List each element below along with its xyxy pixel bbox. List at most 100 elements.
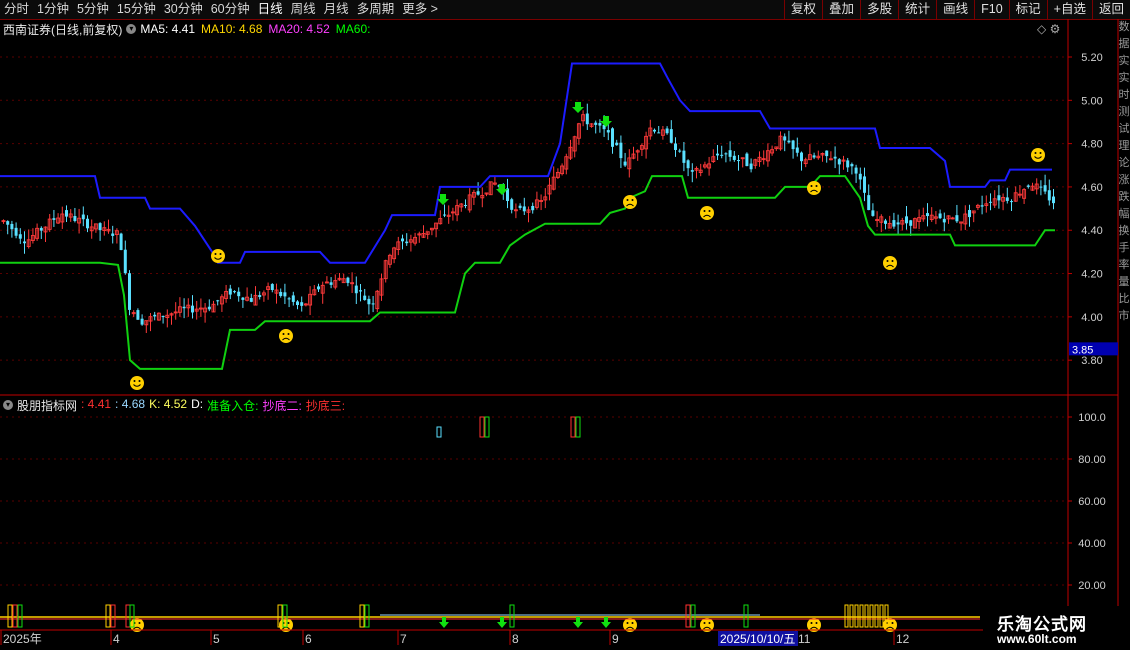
candle-body: [488, 181, 493, 196]
candle-body: [854, 167, 858, 174]
candle-body: [803, 159, 808, 165]
candle-body: [1034, 183, 1039, 190]
candle-body: [438, 218, 443, 225]
candle-body: [216, 300, 220, 302]
candle-body: [581, 114, 586, 122]
tab-timeframe[interactable]: 更多 >: [398, 0, 442, 19]
signal-bar: [129, 604, 135, 628]
candle-body: [111, 233, 115, 236]
tool-button[interactable]: 返回: [1091, 0, 1130, 19]
candle-body: [219, 296, 224, 305]
candle-body: [476, 191, 480, 195]
face-eye: [287, 333, 290, 335]
frown-icon: [807, 618, 821, 632]
tab-timeframe[interactable]: 30分钟: [160, 0, 207, 19]
candle-body: [648, 127, 653, 137]
face-disc: [211, 249, 225, 263]
collapse-icon[interactable]: ▾: [3, 400, 13, 410]
tab-timeframe[interactable]: 分时: [0, 0, 33, 19]
tool-button[interactable]: +自选: [1046, 0, 1092, 19]
candle-body: [543, 196, 548, 201]
lower-band: [0, 175, 1055, 370]
candle-body: [968, 210, 971, 218]
candle-body: [627, 157, 632, 170]
candle-body: [1047, 190, 1051, 201]
candle-body: [749, 163, 753, 170]
candle-body: [233, 291, 236, 293]
candle-body: [841, 159, 846, 162]
frown-icon: [279, 329, 293, 343]
tab-timeframe[interactable]: 多周期: [353, 0, 399, 19]
candle-body: [926, 213, 929, 217]
candle-body: [18, 234, 22, 239]
candle-body: [837, 159, 841, 165]
candle-body: [850, 164, 854, 167]
tool-button[interactable]: 统计: [898, 0, 936, 19]
tab-timeframe[interactable]: 15分钟: [113, 0, 160, 19]
tab-timeframe[interactable]: 周线: [287, 0, 320, 19]
candle-body: [93, 223, 98, 230]
candle-body: [644, 135, 649, 150]
tool-button[interactable]: 标记: [1008, 0, 1047, 19]
face-eye: [886, 260, 889, 262]
collapse-icon[interactable]: ▾: [126, 24, 137, 34]
tool-button[interactable]: 复权: [784, 0, 822, 19]
tool-button[interactable]: F10: [974, 0, 1009, 19]
candle-body: [585, 113, 589, 125]
frown-icon: [700, 206, 714, 220]
ma-label: MA20: 4.52: [268, 22, 330, 36]
face-disc: [1031, 148, 1045, 162]
ma-legend: MA5: 4.41 MA10: 4.68 MA20: 4.52 MA60:: [140, 22, 370, 36]
candle-body: [1043, 185, 1047, 192]
face-eye: [287, 622, 290, 624]
face-eye: [133, 380, 136, 382]
info-char: 测: [1118, 106, 1130, 118]
tab-timeframe[interactable]: 1分钟: [33, 0, 73, 19]
candle-body: [405, 241, 409, 244]
candle-body: [228, 288, 232, 295]
info-char: 试: [1118, 123, 1130, 135]
face-mouth: [133, 626, 141, 630]
tool-button[interactable]: 叠加: [822, 0, 860, 19]
candle-body: [635, 150, 640, 153]
tool-button[interactable]: 多股: [860, 0, 898, 19]
date-label: 8: [512, 632, 519, 646]
diamond-icon[interactable]: ◇ ⚙: [1037, 22, 1060, 36]
candle-body: [615, 142, 619, 146]
tab-timeframe[interactable]: 月线: [320, 0, 353, 19]
candle-body: [572, 136, 577, 152]
frown-icon: [883, 256, 897, 270]
candle-body: [30, 235, 35, 241]
candle-body: [89, 226, 94, 232]
candle-body: [86, 218, 89, 229]
tab-timeframe[interactable]: 5分钟: [73, 0, 113, 19]
tab-timeframe[interactable]: 日线: [254, 0, 287, 19]
candle-body: [65, 210, 68, 217]
candle-body: [787, 140, 791, 143]
candle-body: [745, 153, 749, 167]
candle-body: [716, 153, 719, 156]
ma-label: MA60:: [335, 22, 371, 36]
candle-body: [959, 221, 964, 224]
price-label: 4.00: [1081, 312, 1102, 324]
face-mouth: [810, 189, 818, 193]
candle-body: [182, 306, 186, 309]
frown-icon: [130, 618, 144, 632]
candle-body: [211, 303, 216, 313]
candle-body: [1013, 192, 1018, 202]
candle-body: [812, 155, 816, 158]
candle-body: [522, 206, 526, 212]
candle-body: [10, 223, 14, 230]
tab-timeframe[interactable]: 60分钟: [207, 0, 254, 19]
candle-body: [631, 153, 636, 159]
ma-label: MA10: 4.68: [201, 22, 263, 36]
candle-body: [753, 159, 758, 166]
date-label: 5: [213, 632, 220, 646]
candle-body: [237, 291, 241, 297]
info-char: 涨: [1118, 174, 1130, 186]
candle-body: [408, 239, 413, 243]
candle-body: [346, 277, 350, 283]
kline-chart[interactable]: 5.20 5.00 4.80 4.60 4.40 4.20 4.00 3.803.85 100.…: [0, 0, 1130, 650]
candle-body: [698, 169, 703, 173]
tool-button[interactable]: 画线: [936, 0, 974, 19]
